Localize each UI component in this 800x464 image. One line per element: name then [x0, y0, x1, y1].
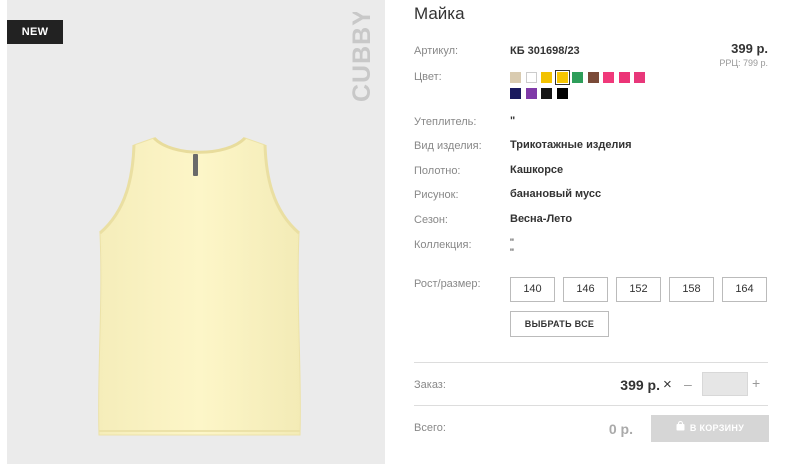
product-photo[interactable]: NEW CUBBY [7, 0, 385, 464]
tank-top-image [98, 136, 301, 436]
new-badge: NEW [7, 20, 63, 44]
size-option-152[interactable]: 152 [616, 277, 661, 302]
color-swatch-yellow[interactable] [541, 72, 552, 83]
color-swatch-yellow-selected[interactable] [554, 70, 570, 85]
type-label: Вид изделия: [414, 140, 482, 152]
brand-logo: CUBBY [337, 12, 377, 104]
season-value: Весна-Лето [510, 213, 573, 225]
season-label: Сезон: [414, 214, 448, 226]
color-swatch-brown[interactable] [587, 72, 599, 83]
insulation-value: " [510, 115, 516, 127]
shopping-bag-icon [676, 415, 685, 442]
pattern-value: банановый мусс [510, 188, 602, 200]
divider [414, 362, 768, 363]
brand-logo-text: CUBBY [348, 12, 376, 102]
size-option-140[interactable]: 140 [510, 277, 555, 302]
remove-icon[interactable]: × [663, 376, 672, 393]
size-label: Рост/размер: [414, 278, 481, 290]
pattern-label: Рисунок: [414, 189, 459, 201]
total-value: 0 р. [608, 421, 633, 437]
add-to-cart-label: В КОРЗИНУ [689, 423, 745, 433]
collection-value: " " [510, 237, 514, 259]
type-value: Трикотажные изделия [510, 139, 632, 151]
color-swatch-purple[interactable] [525, 88, 537, 99]
size-option-158[interactable]: 158 [669, 277, 714, 302]
color-swatch-pink-1[interactable] [603, 72, 614, 83]
insulation-label: Утеплитель: [414, 116, 477, 128]
color-swatch-black-1[interactable] [541, 88, 552, 99]
fabric-label: Полотно: [414, 165, 461, 177]
color-swatch-black-2[interactable] [556, 88, 568, 99]
divider [414, 405, 768, 406]
collection-label: Коллекция: [414, 239, 472, 251]
quantity-input[interactable] [702, 372, 748, 396]
rrp-price: РРЦ: 799 р. [719, 58, 768, 68]
fabric-value: Кашкорсе [510, 164, 564, 176]
color-swatch-white[interactable] [525, 72, 537, 83]
decrease-button[interactable]: – [684, 376, 692, 392]
add-to-cart-button[interactable]: В КОРЗИНУ [651, 415, 769, 442]
color-swatch-beige[interactable] [510, 72, 521, 83]
select-all-button[interactable]: ВЫБРАТЬ ВСЕ [510, 311, 609, 337]
total-label: Всего: [414, 422, 446, 434]
article-label: Артикул: [414, 45, 459, 57]
size-option-164[interactable]: 164 [722, 277, 767, 302]
order-label: Заказ: [414, 379, 446, 391]
color-swatch-pink-2[interactable] [618, 72, 630, 83]
color-swatch-green[interactable] [572, 72, 583, 83]
price-value: 399 р. [731, 41, 768, 56]
color-label: Цвет: [414, 71, 442, 83]
product-title: Майка [414, 4, 465, 23]
size-option-146[interactable]: 146 [563, 277, 608, 302]
color-swatch-navy[interactable] [510, 88, 521, 99]
article-value: КБ 301698/23 [510, 45, 580, 57]
order-price: 399 р. [620, 377, 660, 393]
increase-button[interactable]: + [752, 375, 760, 391]
color-swatch-pink-3[interactable] [634, 72, 645, 83]
